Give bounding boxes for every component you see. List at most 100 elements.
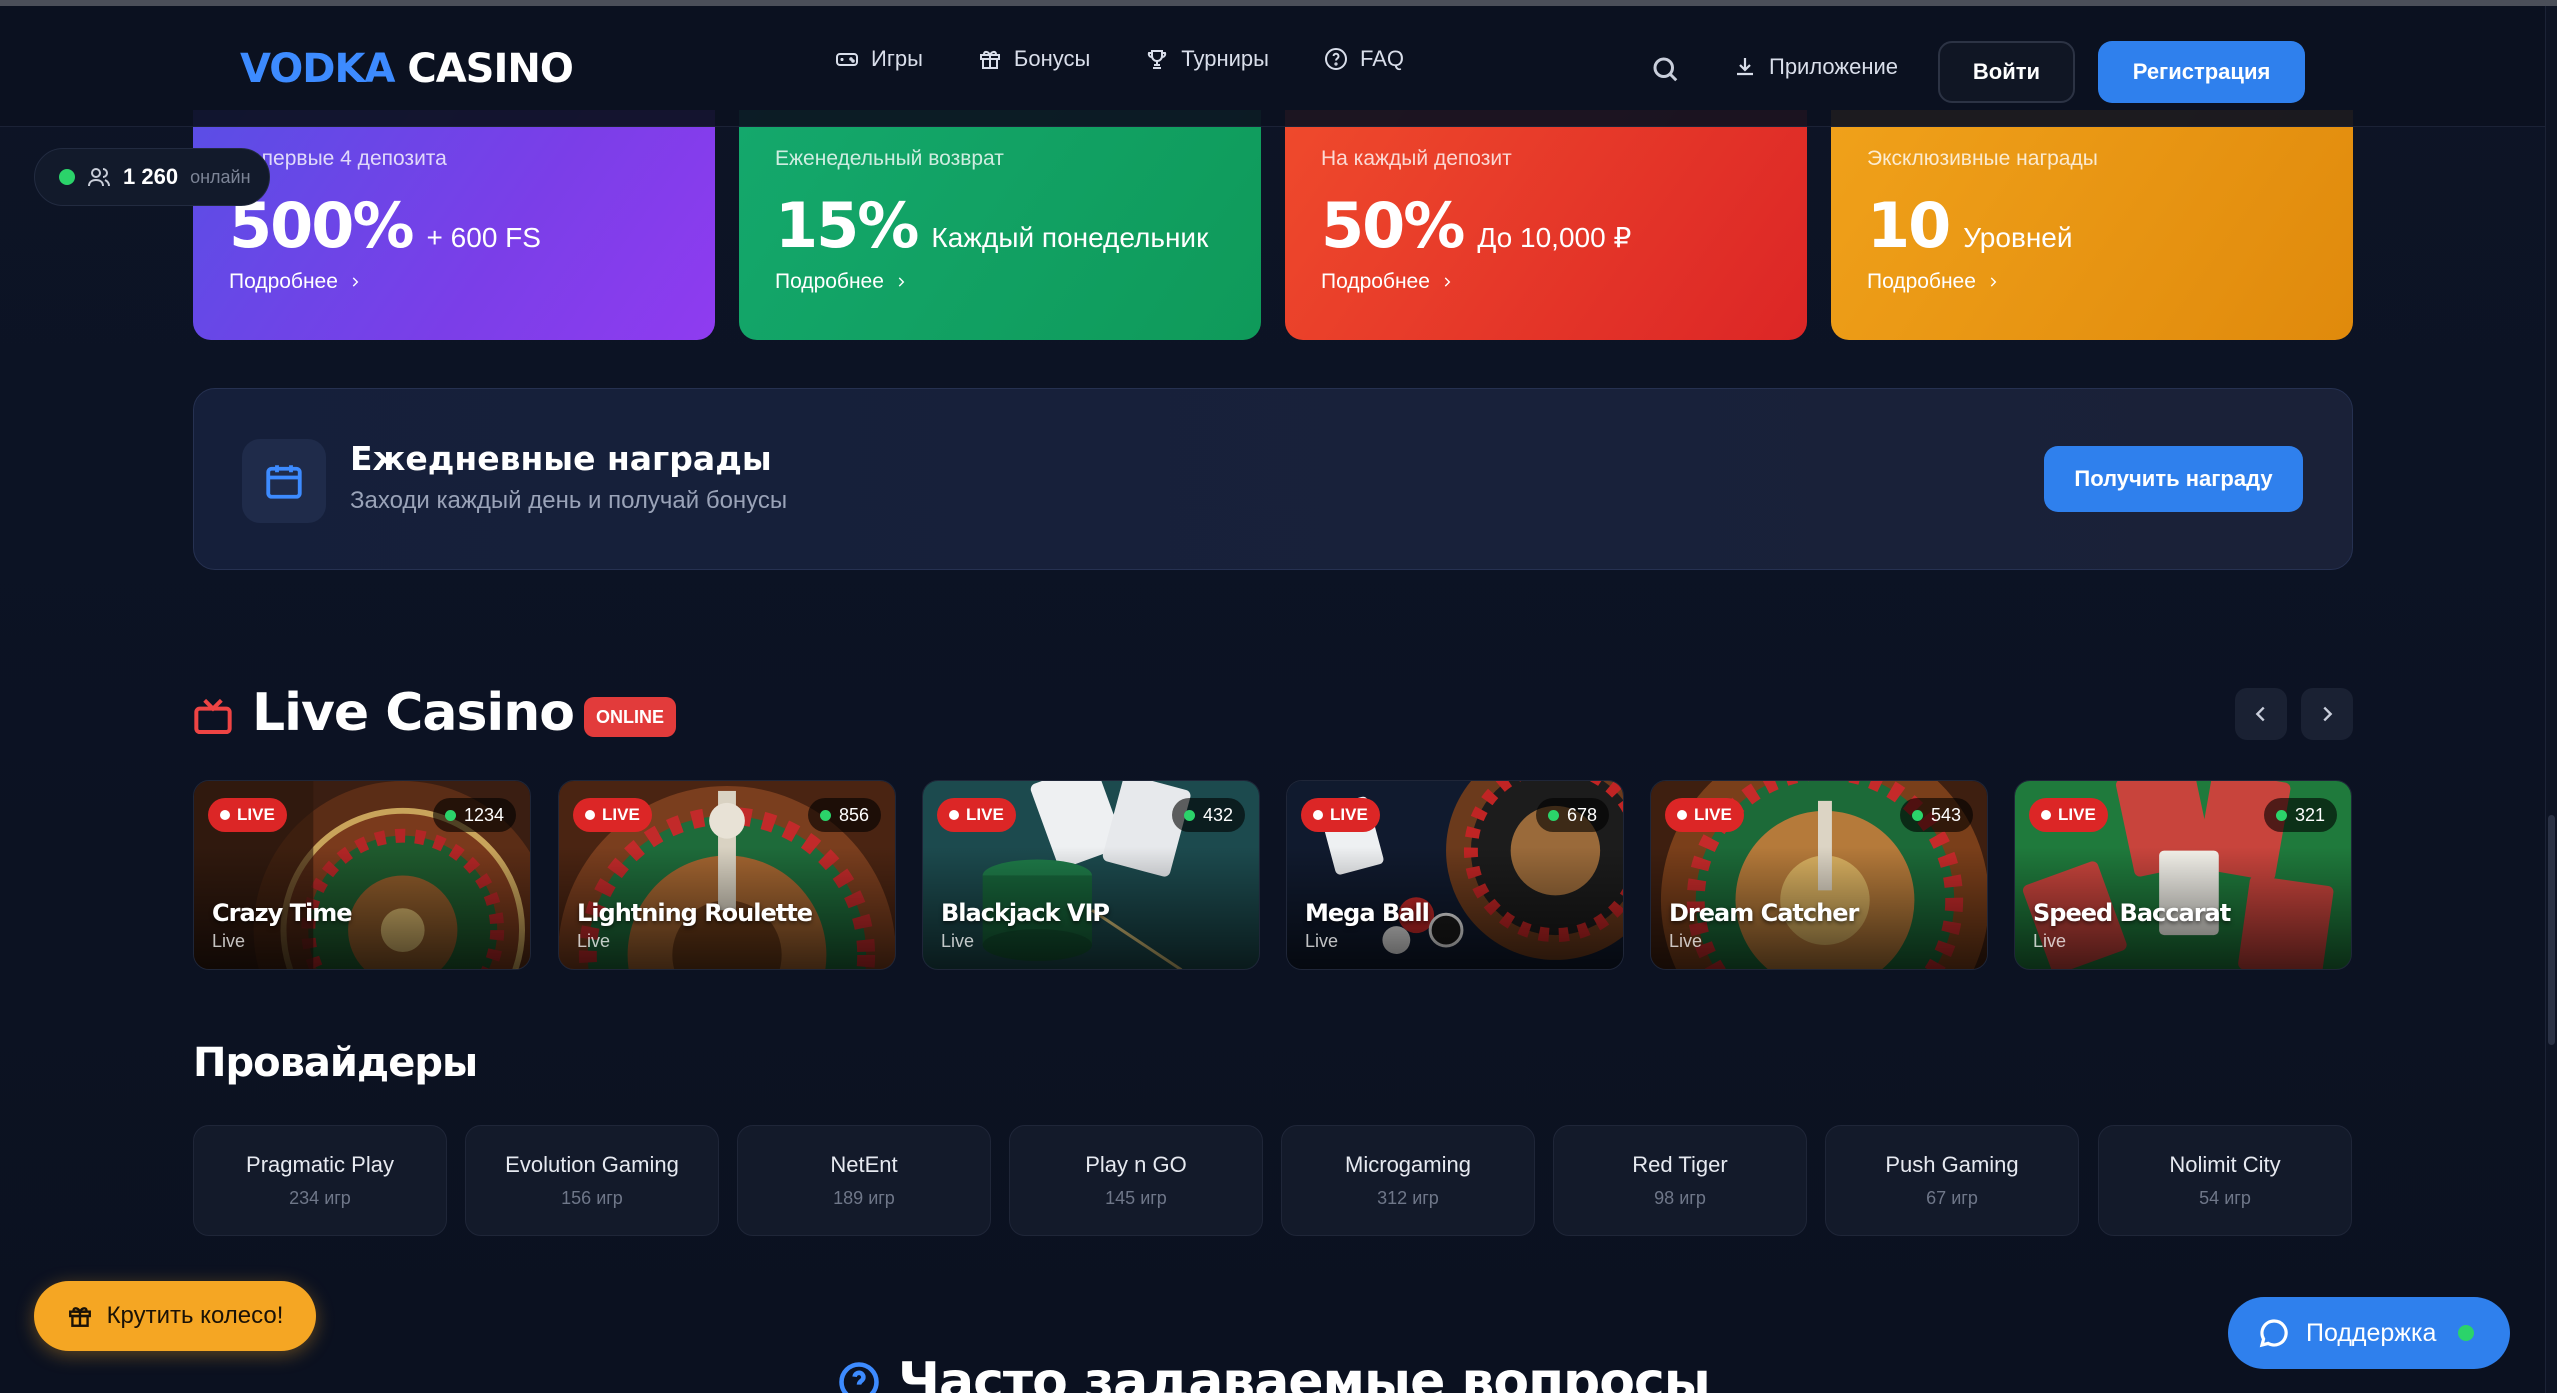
promo-more-link[interactable]: Подробнее xyxy=(229,270,362,294)
game-category: Live xyxy=(1305,931,1339,951)
provider-card[interactable]: Play n GO 145 игр xyxy=(1009,1125,1263,1236)
logo-word-odka: ODKA xyxy=(269,46,395,92)
nav-label: Турниры xyxy=(1181,46,1269,71)
app-download-button[interactable]: Приложение xyxy=(1733,54,1898,80)
viewer-count: 432 xyxy=(1171,798,1245,832)
help-circle-icon xyxy=(839,1362,879,1393)
online-status-dot xyxy=(59,169,75,185)
viewer-count: 321 xyxy=(2263,798,2337,832)
provider-card[interactable]: Red Tiger 98 игр xyxy=(1553,1125,1807,1236)
promo-more-label: Подробнее xyxy=(1321,270,1430,293)
nav-item-bonuses[interactable]: Бонусы xyxy=(978,46,1090,72)
support-chat-button[interactable]: Поддержка xyxy=(2228,1297,2510,1369)
nav-item-faq[interactable]: FAQ xyxy=(1324,46,1404,72)
live-label: LIVE xyxy=(966,805,1004,824)
nav-label: FAQ xyxy=(1359,46,1404,71)
live-badge: LIVE xyxy=(937,798,1016,832)
live-casino-title: Live Casino xyxy=(252,683,575,743)
promo-more-link[interactable]: Подробнее xyxy=(1867,270,2000,294)
promo-more-link[interactable]: Подробнее xyxy=(775,270,908,294)
chevron-right-icon xyxy=(2323,706,2333,722)
promo-more-label: Подробнее xyxy=(1867,270,1976,293)
online-badge: ONLINE xyxy=(584,697,677,737)
promo-card-welcome[interactable]: На первые 4 депозита 500% + 600 FS Подро… xyxy=(193,110,715,340)
game-card-blackjack-vip[interactable]: LIVE 432 Blackjack VIP Live xyxy=(922,780,1260,970)
provider-card[interactable]: Nolimit City 54 игр xyxy=(2098,1125,2352,1236)
search-button[interactable] xyxy=(1650,54,1682,86)
promo-more-label: Подробнее xyxy=(229,270,338,293)
provider-name: Evolution Gaming xyxy=(505,1152,679,1177)
spin-wheel-button[interactable]: Крутить колесо! xyxy=(34,1281,316,1351)
provider-count: 98 игр xyxy=(1654,1188,1706,1208)
daily-rewards-banner: Ежедневные награды Заходи каждый день и … xyxy=(193,388,2353,570)
main-nav: Игры Бонусы Турниры FAQ xyxy=(835,46,1404,72)
promo-more-label: Подробнее xyxy=(775,270,884,293)
live-label: LIVE xyxy=(1330,805,1368,824)
chat-bubble-icon xyxy=(2259,1319,2288,1348)
live-badge: LIVE xyxy=(208,798,287,832)
gamepad-icon xyxy=(836,53,858,66)
viewers-label: 432 xyxy=(1202,804,1233,825)
promo-subtitle: Еженедельный возврат xyxy=(775,147,1004,170)
trophy-icon xyxy=(1148,50,1167,69)
daily-icon-box xyxy=(242,439,326,523)
provider-name: Pragmatic Play xyxy=(246,1152,394,1177)
game-name: Dream Catcher xyxy=(1669,899,1859,927)
viewers-label: 543 xyxy=(1930,804,1961,825)
game-name: Speed Baccarat xyxy=(2033,899,2231,927)
faq-title-text: Часто задаваемые вопросы xyxy=(898,1352,1711,1393)
provider-count: 234 игр xyxy=(289,1188,351,1208)
daily-subtitle: Заходи каждый день и получай бонусы xyxy=(350,487,788,514)
page-scrollbar[interactable] xyxy=(2545,6,2557,1393)
provider-name: Nolimit City xyxy=(2169,1152,2281,1177)
promo-card-cashback[interactable]: Еженедельный возврат 15% Каждый понедель… xyxy=(739,110,1261,340)
viewer-count: 1234 xyxy=(432,798,516,832)
online-label: онлайн xyxy=(190,166,251,187)
game-card-speed-baccarat[interactable]: LIVE 321 Speed Baccarat Live xyxy=(2014,780,2352,970)
promo-extra: + 600 FS xyxy=(426,222,541,253)
providers-title: Провайдеры xyxy=(193,1040,478,1086)
provider-card[interactable]: Pragmatic Play 234 игр xyxy=(193,1125,447,1236)
chevron-right-icon xyxy=(898,277,905,287)
game-category: Live xyxy=(212,931,246,951)
chevron-right-icon xyxy=(352,277,359,287)
game-card-mega-ball[interactable]: LIVE 678 Mega Ball Live xyxy=(1286,780,1624,970)
provider-card[interactable]: Microgaming 312 игр xyxy=(1281,1125,1535,1236)
provider-card[interactable]: Push Gaming 67 игр xyxy=(1825,1125,2079,1236)
claim-reward-button[interactable]: Получить награду xyxy=(2044,446,2303,512)
nav-label: Игры xyxy=(871,46,923,71)
game-name: Mega Ball xyxy=(1305,899,1430,927)
download-icon xyxy=(1737,58,1753,76)
viewer-count: 678 xyxy=(1535,798,1609,832)
promo-value-row: 50% До 10,000 ₽ xyxy=(1321,189,1771,262)
carousel-prev-button[interactable] xyxy=(2235,688,2287,740)
register-button[interactable]: Регистрация xyxy=(2098,41,2305,103)
provider-card[interactable]: Evolution Gaming 156 игр xyxy=(465,1125,719,1236)
live-badge: LIVE xyxy=(1301,798,1380,832)
site-header: VODKA CASINO Игры Бонусы Турниры FAQ При… xyxy=(0,6,2545,127)
nav-item-tournaments[interactable]: Турниры xyxy=(1145,46,1269,72)
viewers-label: 1234 xyxy=(463,804,504,825)
game-card-dream-catcher[interactable]: LIVE 543 Dream Catcher Live xyxy=(1650,780,1988,970)
promo-card-vip[interactable]: Эксклюзивные награды 10 Уровней Подробне… xyxy=(1831,110,2353,340)
carousel-next-button[interactable] xyxy=(2301,688,2353,740)
promo-subtitle: Эксклюзивные награды xyxy=(1867,147,2098,170)
nav-item-games[interactable]: Игры xyxy=(835,46,923,72)
game-name: Blackjack VIP xyxy=(941,899,1110,927)
scrollbar-thumb[interactable] xyxy=(2548,815,2555,1045)
provider-name: NetEnt xyxy=(830,1152,898,1177)
promo-card-deposit[interactable]: На каждый депозит 50% До 10,000 ₽ Подроб… xyxy=(1285,110,1807,340)
game-card-crazy-time[interactable]: LIVE 1234 Crazy Time Live xyxy=(193,780,531,970)
live-label: LIVE xyxy=(1694,805,1732,824)
viewers-label: 321 xyxy=(2294,804,2325,825)
promo-more-link[interactable]: Подробнее xyxy=(1321,270,1454,294)
site-logo[interactable]: VODKA CASINO xyxy=(240,46,574,92)
page: На первые 4 депозита 500% + 600 FS Подро… xyxy=(0,0,2557,1393)
provider-card[interactable]: NetEnt 189 игр xyxy=(737,1125,991,1236)
game-name: Crazy Time xyxy=(212,899,352,927)
online-count: 1 260 xyxy=(123,164,179,189)
promo-subtitle: На первые 4 депозита xyxy=(229,147,447,170)
login-button[interactable]: Войти xyxy=(1938,41,2075,103)
game-card-lightning-roulette[interactable]: LIVE 856 Lightning Roulette Live xyxy=(558,780,896,970)
promo-extra: Уровней xyxy=(1963,222,2073,253)
